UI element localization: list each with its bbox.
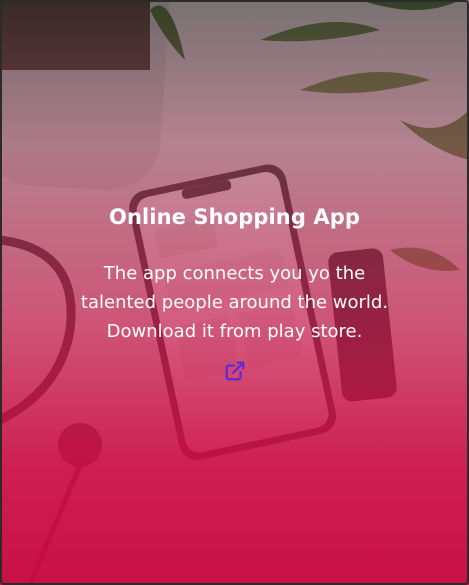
description-line: The app connects you yo the	[103, 263, 366, 284]
card-description: The app connects you yo the talented peo…	[45, 259, 425, 346]
description-line: Download it from play store.	[106, 321, 363, 342]
description-line: talented people around the world.	[80, 292, 389, 313]
portfolio-card: Online Shopping App The app connects you…	[0, 0, 469, 585]
card-title: Online Shopping App	[109, 205, 360, 229]
external-link-icon[interactable]	[224, 360, 246, 382]
card-content: Online Shopping App The app connects you…	[0, 205, 469, 386]
